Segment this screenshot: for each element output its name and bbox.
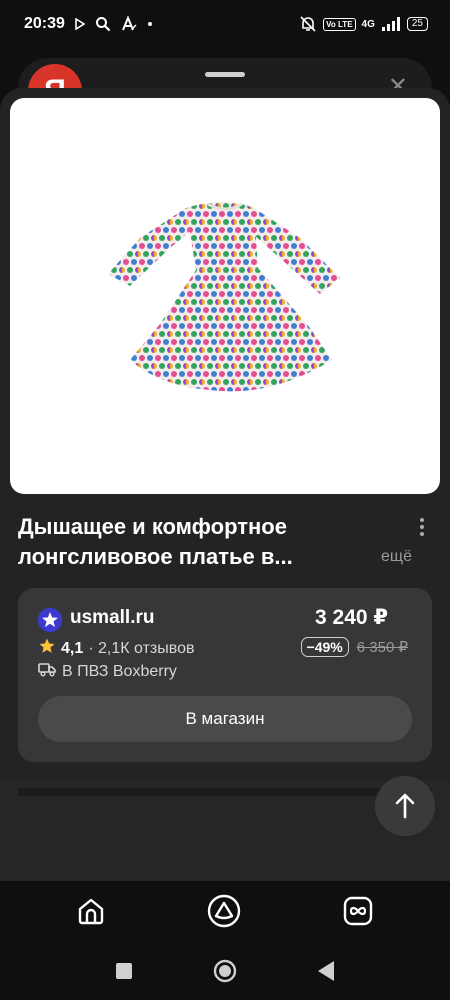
play-icon <box>75 18 85 30</box>
arrow-up-icon <box>395 793 415 819</box>
status-time: 20:39 <box>24 15 65 32</box>
system-navigation <box>0 943 450 1000</box>
battery-indicator: 25 <box>406 17 428 31</box>
dot-icon <box>147 21 153 27</box>
shop-logo-icon <box>38 608 62 632</box>
star-icon <box>38 637 56 660</box>
old-price: 6 350 ₽ <box>356 639 408 656</box>
discount-badge: −49% <box>300 637 349 657</box>
divider <box>18 788 432 796</box>
polka-dot-dress-icon <box>108 202 340 392</box>
search-icon <box>95 16 111 32</box>
back-button[interactable] <box>314 959 338 983</box>
offer-card: usmall.ru 4,1 · 2,1К отзывов В ПВЗ Boxbe… <box>18 588 432 762</box>
delivery-row: В ПВЗ Boxberry <box>38 661 177 682</box>
alice-icon <box>207 894 241 928</box>
scroll-to-top-button[interactable] <box>375 776 435 836</box>
sheet-drag-handle[interactable] <box>205 72 245 77</box>
product-image[interactable] <box>10 98 440 494</box>
services-nav-button[interactable] <box>341 894 375 928</box>
bottom-navigation <box>0 881 450 943</box>
home-system-button[interactable] <box>213 959 237 983</box>
rating-value: 4,1 <box>61 639 84 657</box>
more-options-icon[interactable] <box>414 516 430 538</box>
recents-button[interactable] <box>112 959 136 983</box>
product-sheet: Дышащее и комфортное лонгсливовое платье… <box>0 88 450 781</box>
infinity-services-icon <box>343 896 373 926</box>
translate-icon <box>121 16 137 32</box>
home-nav-button[interactable] <box>74 894 108 928</box>
back-triangle-icon <box>318 961 334 981</box>
price: 3 240 ₽ <box>315 606 388 629</box>
delivery-text: В ПВЗ Boxberry <box>62 662 177 680</box>
status-bar: 20:39 Vo LTE 4G 25 <box>0 0 450 48</box>
network-generation: 4G <box>361 18 375 30</box>
mute-bell-icon <box>299 15 317 33</box>
discount-row: −49% 6 350 ₽ <box>300 637 408 657</box>
alice-nav-button[interactable] <box>207 894 241 928</box>
circle-home-icon <box>213 959 237 983</box>
shop-name[interactable]: usmall.ru <box>70 607 154 629</box>
product-title[interactable]: Дышащее и комфортное лонгсливовое платье… <box>18 512 358 572</box>
delivery-truck-icon <box>38 661 56 682</box>
square-icon <box>116 963 132 979</box>
reviews-count[interactable]: · 2,1К отзывов <box>88 640 194 658</box>
rating-row: 4,1 · 2,1К отзывов <box>38 637 194 660</box>
volte-badge: Vo LTE <box>323 17 356 31</box>
go-to-shop-button[interactable]: В магазин <box>38 696 412 742</box>
more-link[interactable]: ещё <box>381 548 412 566</box>
home-icon <box>78 898 104 925</box>
signal-icon <box>381 17 401 31</box>
